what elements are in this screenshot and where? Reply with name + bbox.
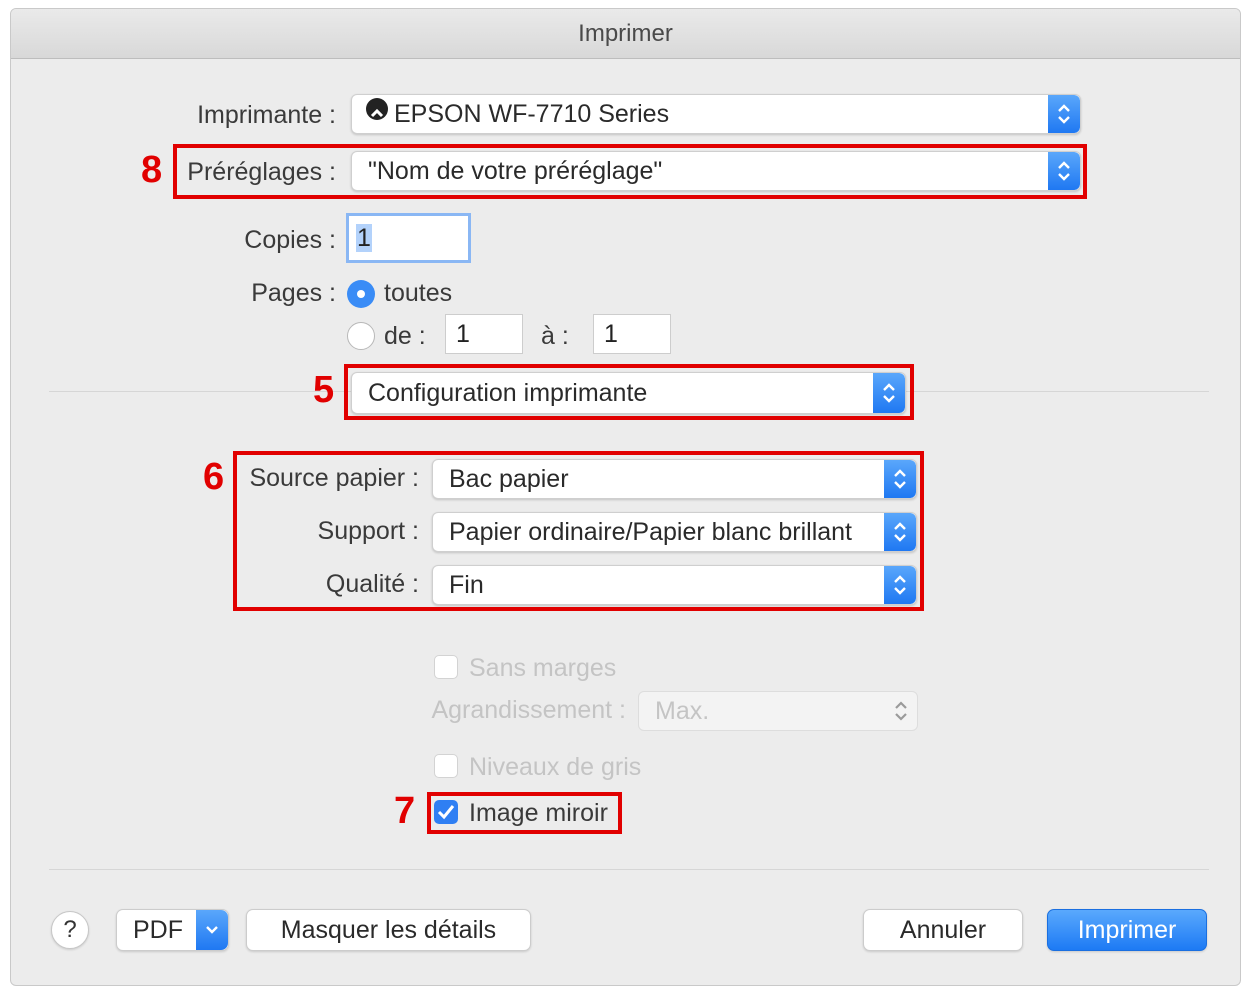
pages-all-label: toutes [384, 279, 453, 307]
print-dialog: Imprimer Imprimante : EPSON WF-7710 Seri… [10, 8, 1241, 986]
grayscale-checkbox[interactable] [434, 754, 458, 778]
printer-value: EPSON WF-7710 Series [394, 100, 670, 128]
cancel-button[interactable]: Annuler [863, 909, 1023, 951]
copies-value: 1 [356, 224, 372, 252]
pages-from-value: 1 [456, 320, 470, 348]
pages-range-radio[interactable] [347, 322, 375, 350]
print-button[interactable]: Imprimer [1047, 909, 1207, 951]
expansion-label: Agrandissement : [431, 696, 626, 724]
annotation-box-5 [344, 364, 914, 420]
window-title: Imprimer [11, 9, 1240, 59]
annotation-label-7: 7 [394, 790, 416, 832]
separator-bottom [49, 869, 1209, 870]
help-button[interactable]: ? [51, 911, 89, 949]
chevron-updown-icon [885, 692, 917, 730]
pages-from-label: de : [384, 322, 426, 350]
annotation-label-5: 5 [313, 369, 335, 411]
pages-to-value: 1 [604, 320, 618, 348]
pages-from-field[interactable]: 1 [445, 314, 523, 354]
pages-all-radio[interactable] [347, 280, 375, 308]
printer-label: Imprimante : [197, 101, 336, 129]
grayscale-label: Niveaux de gris [469, 753, 642, 781]
annotation-box-7 [427, 792, 622, 834]
pages-label: Pages : [251, 279, 336, 307]
printer-status-icon [366, 98, 388, 120]
annotation-label-8: 8 [141, 149, 163, 191]
borderless-checkbox[interactable] [434, 655, 458, 679]
copies-field[interactable]: 1 [346, 213, 471, 263]
annotation-box-8 [173, 144, 1087, 199]
pages-to-label: à : [541, 322, 569, 350]
chevron-down-icon [196, 910, 228, 950]
chevron-updown-icon [1048, 95, 1080, 133]
expansion-popup[interactable]: Max. [638, 691, 918, 731]
pdf-button[interactable]: PDF [116, 909, 229, 951]
copies-label: Copies : [244, 226, 336, 254]
annotation-label-6: 6 [203, 456, 225, 498]
hide-details-button[interactable]: Masquer les détails [246, 909, 531, 951]
pages-to-field[interactable]: 1 [593, 314, 671, 354]
annotation-box-6 [233, 451, 924, 611]
pdf-label: PDF [133, 916, 183, 944]
borderless-label: Sans marges [469, 654, 617, 682]
expansion-value: Max. [655, 697, 710, 725]
printer-popup[interactable]: EPSON WF-7710 Series [351, 94, 1081, 134]
